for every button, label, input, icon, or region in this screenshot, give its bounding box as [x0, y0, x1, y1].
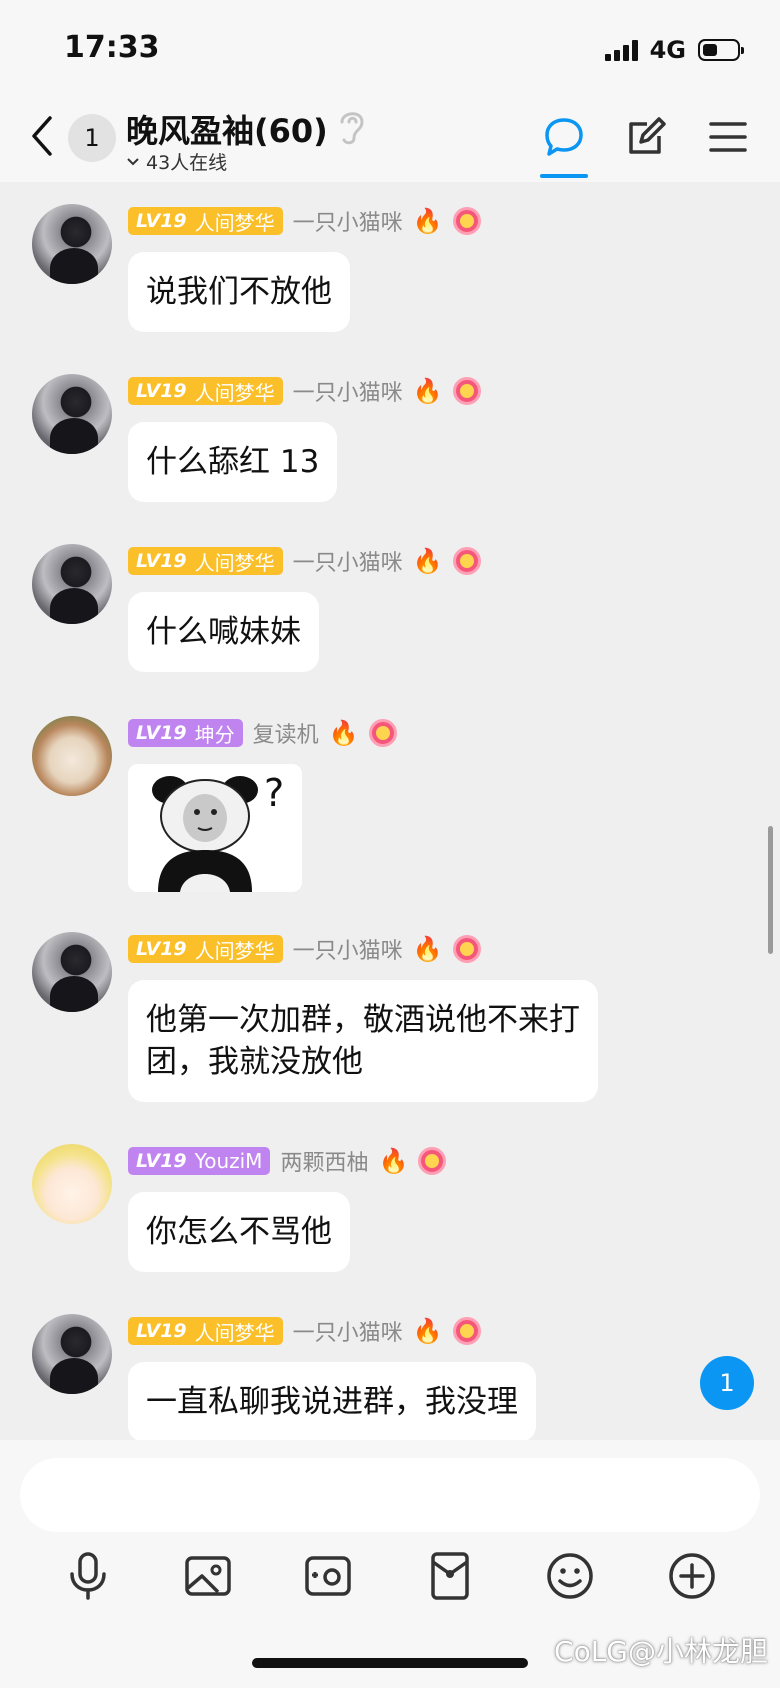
online-count-label: 43人在线	[146, 152, 228, 174]
message-meta: LV19 人间梦华 一只小猫咪 🔥	[128, 546, 481, 576]
battery-icon	[698, 39, 744, 61]
flower-icon	[452, 377, 481, 405]
avatar[interactable]	[32, 374, 112, 454]
fire-icon: 🔥	[412, 935, 443, 963]
chevron-down-icon	[127, 157, 139, 165]
fire-icon: 🔥	[328, 719, 359, 747]
edit-icon[interactable]	[623, 114, 669, 160]
nickname[interactable]: 一只小猫咪	[293, 933, 403, 965]
nickname[interactable]: 一只小猫咪	[293, 375, 403, 407]
fire-icon: 🔥	[412, 207, 443, 235]
back-arrow-icon[interactable]	[28, 114, 58, 158]
level-badge: LV19 人间梦华	[128, 935, 283, 963]
svg-text:?: ?	[264, 771, 284, 815]
avatar[interactable]	[32, 716, 112, 796]
nickname[interactable]: 一只小猫咪	[293, 205, 403, 237]
message-meta: LV19 YouziM 两颗西柚 🔥	[128, 1145, 447, 1177]
level-badge: LV19 人间梦华	[128, 377, 283, 405]
message-input[interactable]	[20, 1458, 760, 1532]
message-bubble[interactable]: 说我们不放他	[128, 252, 350, 332]
red-packet-icon[interactable]	[424, 1550, 476, 1602]
flower-icon	[452, 935, 481, 963]
level-badge: LV19 人间梦华	[128, 1317, 283, 1345]
microphone-icon[interactable]	[62, 1550, 114, 1602]
menu-icon[interactable]	[705, 114, 751, 160]
nickname[interactable]: 一只小猫咪	[293, 1315, 403, 1347]
fire-icon: 🔥	[412, 1317, 443, 1345]
flower-icon	[452, 547, 481, 575]
signal-icon	[604, 39, 638, 61]
message-bubble[interactable]: 一直私聊我说进群，我没理	[128, 1362, 536, 1442]
new-message-badge[interactable]: 1	[700, 1356, 754, 1410]
panda-sticker-icon: ?	[128, 764, 302, 892]
back-unread-count[interactable]: 1	[68, 114, 116, 162]
online-count[interactable]: 43人在线	[126, 148, 227, 175]
avatar[interactable]	[32, 204, 112, 284]
image-icon[interactable]	[182, 1550, 234, 1602]
flower-icon	[452, 207, 481, 235]
avatar[interactable]	[32, 1144, 112, 1224]
level-badge: LV19 YouziM	[128, 1147, 271, 1175]
message-bubble[interactable]: 你怎么不骂他	[128, 1192, 350, 1272]
fire-icon: 🔥	[412, 377, 443, 405]
level-badge: LV19 坤分	[128, 719, 243, 747]
network-type: 4G	[649, 36, 686, 64]
status-time: 17:33	[64, 30, 160, 65]
message-meta: LV19 人间梦华 一只小猫咪 🔥	[128, 1316, 481, 1346]
home-indicator[interactable]	[252, 1658, 528, 1668]
nickname[interactable]: 一只小猫咪	[293, 545, 403, 577]
input-area: CoLG@小林龙胆	[0, 1440, 780, 1688]
message-bubble[interactable]: 什么喊妹妹	[128, 592, 319, 672]
flower-icon	[418, 1147, 447, 1175]
message-meta: LV19 人间梦华 一只小猫咪 🔥	[128, 206, 481, 236]
message-bubble[interactable]: 什么舔红 13	[128, 422, 338, 502]
watermark: CoLG@小林龙胆	[554, 1635, 768, 1668]
emoji-icon[interactable]	[544, 1550, 596, 1602]
nickname[interactable]: 两颗西柚	[280, 1145, 368, 1177]
message-bubble[interactable]: 他第一次加群，敬酒说他不来打 团，我就没放他	[128, 980, 598, 1102]
level-badge: LV19 人间梦华	[128, 207, 283, 235]
avatar[interactable]	[32, 1314, 112, 1394]
flower-icon	[368, 719, 397, 747]
group-title[interactable]: 晚风盈袖(60)	[126, 106, 328, 152]
ear-icon	[340, 112, 364, 145]
scrollbar[interactable]	[768, 826, 773, 954]
flower-icon	[452, 1317, 481, 1345]
plus-icon[interactable]	[666, 1550, 718, 1602]
fire-icon: 🔥	[378, 1147, 409, 1175]
avatar[interactable]	[32, 932, 112, 1012]
camera-icon[interactable]	[302, 1550, 354, 1602]
level-badge: LV19 人间梦华	[128, 547, 283, 575]
chat-bubble-icon[interactable]	[541, 114, 587, 160]
message-meta: LV19 人间梦华 一只小猫咪 🔥	[128, 376, 481, 406]
active-tab-indicator	[540, 174, 588, 178]
message-meta: LV19 坤分 复读机 🔥	[128, 718, 397, 748]
chat-header: 1 晚风盈袖(60) 43人在线	[0, 100, 780, 182]
status-indicators: 4G	[604, 36, 744, 64]
nickname[interactable]: 复读机	[253, 717, 319, 749]
avatar[interactable]	[32, 544, 112, 624]
fire-icon: 🔥	[412, 547, 443, 575]
message-meta: LV19 人间梦华 一只小猫咪 🔥	[128, 934, 481, 964]
status-bar: 17:33 4G	[0, 0, 780, 100]
panda-sticker-image[interactable]: ?	[128, 764, 302, 892]
